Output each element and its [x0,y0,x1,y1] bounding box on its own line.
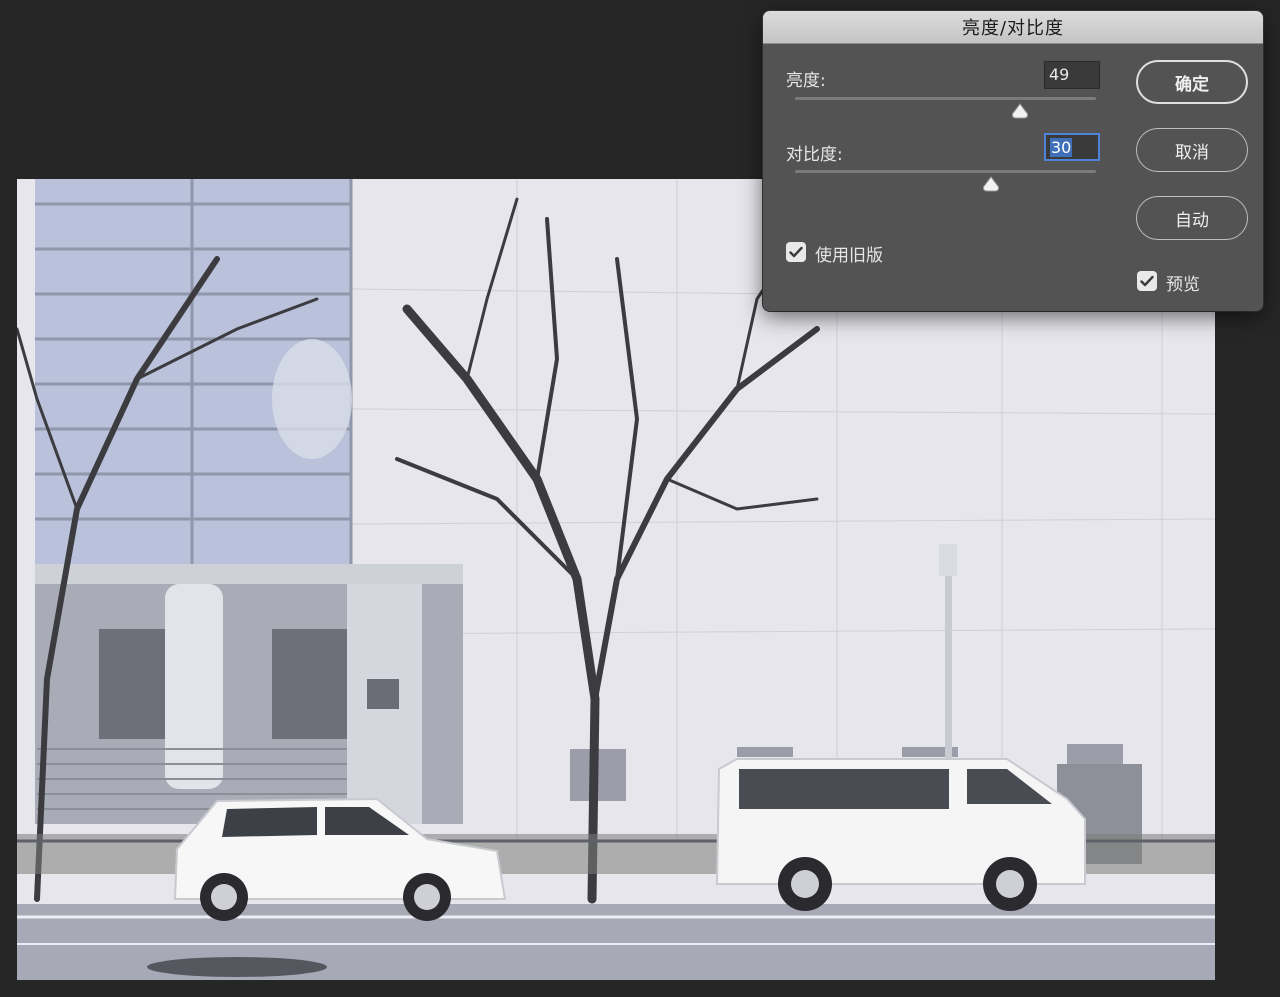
contrast-input[interactable]: 30 [1044,133,1100,161]
brightness-slider-thumb-icon[interactable] [1011,103,1029,119]
use-legacy-label: 使用旧版 [815,246,883,266]
brightness-label: 亮度: [786,71,826,91]
auto-button[interactable]: 自动 [1136,196,1248,240]
contrast-slider-thumb-icon[interactable] [982,176,1000,192]
preview-label: 预览 [1166,275,1200,295]
contrast-label: 对比度: [786,145,843,165]
dialog-title: 亮度/对比度 [961,18,1065,39]
brightness-input[interactable]: 49 [1044,61,1100,89]
cancel-button-label: 取消 [1175,142,1209,163]
dialog-titlebar[interactable]: 亮度/对比度 [763,11,1263,44]
contrast-value: 30 [1050,138,1073,157]
auto-button-label: 自动 [1175,210,1209,231]
ok-button[interactable]: 确定 [1136,60,1248,104]
brightness-slider-track[interactable] [795,97,1096,100]
preview-checkbox[interactable] [1137,271,1157,291]
ok-button-label: 确定 [1175,74,1209,95]
use-legacy-checkbox[interactable] [786,242,806,262]
brightness-value: 49 [1049,65,1070,84]
contrast-slider-track[interactable] [795,170,1096,173]
check-icon [789,246,803,258]
cancel-button[interactable]: 取消 [1136,128,1248,172]
brightness-contrast-dialog: 亮度/对比度 亮度: 49 对比度: 30 确定 取消 自动 使用旧版 预览 [763,11,1263,311]
check-icon [1140,275,1154,287]
